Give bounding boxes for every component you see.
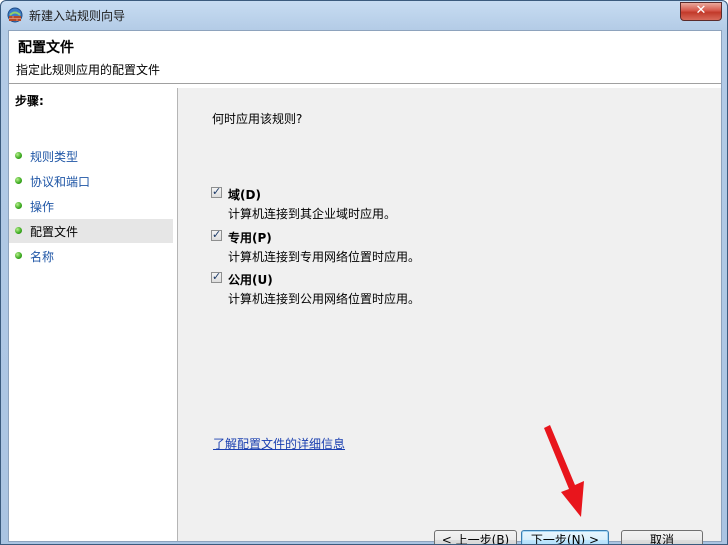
step-pending-icon: [15, 252, 22, 259]
cancel-button[interactable]: 取消: [621, 530, 703, 544]
title-bar[interactable]: 新建入站规则向导 ✕: [1, 1, 727, 29]
wizard-client-area: 配置文件 指定此规则应用的配置文件 步骤: 规则类型 协议和端口 操作 配置文件: [8, 30, 722, 544]
step-action[interactable]: 操作: [9, 194, 173, 218]
step-current-icon: [15, 227, 22, 234]
window-title: 新建入站规则向导: [29, 9, 126, 23]
step-label: 配置文件: [30, 225, 79, 239]
domain-checkbox[interactable]: [211, 185, 222, 198]
back-button[interactable]: < 上一步(B): [434, 530, 517, 544]
private-label[interactable]: 专用(P): [228, 229, 272, 246]
private-description: 计算机连接到专用网络位置时应用。: [228, 250, 421, 264]
firewall-icon: [7, 7, 23, 23]
step-rule-type[interactable]: 规则类型: [9, 144, 173, 168]
steps-title: 步骤:: [15, 94, 44, 108]
step-complete-icon: [15, 202, 22, 209]
wizard-window: 新建入站规则向导 ✕ 配置文件 指定此规则应用的配置文件 步骤: 规则类型 协议…: [0, 0, 728, 545]
page-title: 配置文件: [18, 40, 74, 56]
public-description: 计算机连接到公用网络位置时应用。: [228, 292, 421, 306]
page-header: 配置文件 指定此规则应用的配置文件: [9, 31, 721, 84]
step-label: 规则类型: [30, 150, 79, 164]
question-text: 何时应用该规则?: [212, 112, 303, 126]
domain-description: 计算机连接到其企业域时应用。: [228, 207, 397, 221]
step-name[interactable]: 名称: [9, 244, 173, 268]
steps-panel: 步骤: 规则类型 协议和端口 操作 配置文件 名称: [9, 88, 177, 541]
close-button[interactable]: ✕: [680, 2, 722, 21]
step-complete-icon: [15, 152, 22, 159]
content-panel: 何时应用该规则? 域(D) 计算机连接到其企业域时应用。 专用(P) 计算机连接…: [178, 88, 721, 544]
private-checkbox[interactable]: [211, 228, 222, 241]
public-label[interactable]: 公用(U): [228, 271, 273, 288]
public-checkbox[interactable]: [211, 270, 222, 283]
step-profile[interactable]: 配置文件: [9, 219, 173, 243]
learn-more-link[interactable]: 了解配置文件的详细信息: [213, 435, 345, 452]
next-button[interactable]: 下一步(N) >: [521, 530, 609, 544]
close-icon: ✕: [695, 3, 707, 18]
step-label: 协议和端口: [30, 175, 91, 189]
step-label: 名称: [30, 250, 55, 264]
page-subtitle: 指定此规则应用的配置文件: [16, 63, 161, 77]
domain-label[interactable]: 域(D): [228, 186, 261, 203]
step-protocol-ports[interactable]: 协议和端口: [9, 169, 173, 193]
step-label: 操作: [30, 200, 55, 214]
step-complete-icon: [15, 177, 22, 184]
